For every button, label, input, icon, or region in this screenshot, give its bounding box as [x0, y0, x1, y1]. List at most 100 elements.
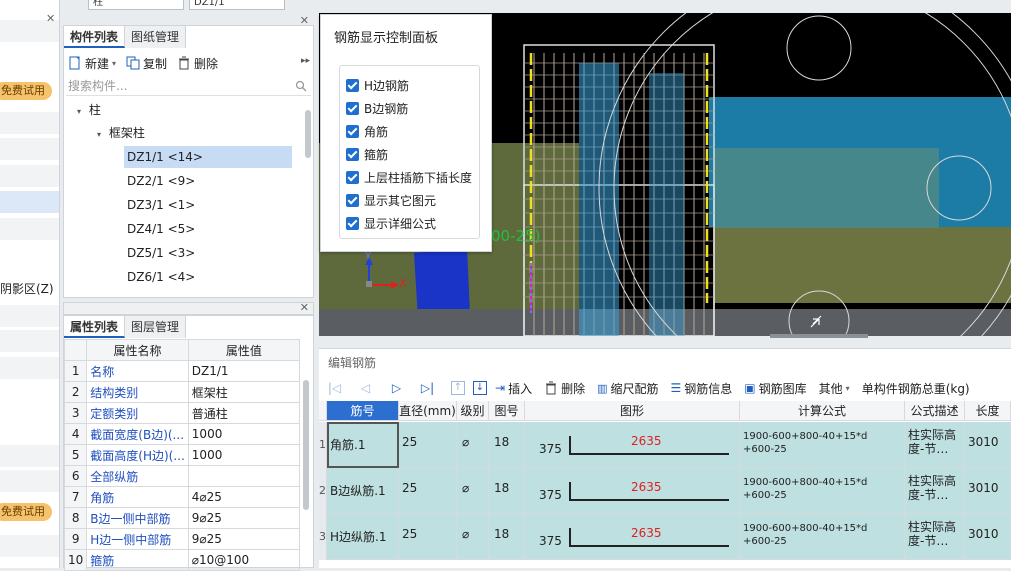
- delete-button[interactable]: 删除: [177, 55, 218, 72]
- column-header[interactable]: 直径(mm): [399, 401, 457, 421]
- column-header[interactable]: 筋号: [327, 401, 399, 421]
- close-icon[interactable]: ✕: [46, 12, 55, 25]
- property-value[interactable]: [187, 465, 301, 487]
- rebar-row[interactable]: 2 B边纵筋.1 25 ⌀ 18 375 2635 1900-600+800-40+15*d +…: [319, 468, 1011, 514]
- nav-row[interactable]: [0, 357, 59, 379]
- option-checkbox-row[interactable]: 箍筋: [346, 144, 388, 164]
- property-value[interactable]: 4⌀25: [187, 486, 301, 508]
- delete-row-button[interactable]: 删除: [544, 380, 585, 397]
- property-row[interactable]: 6 全部纵筋: [63, 465, 301, 487]
- length-cell[interactable]: 3010: [965, 422, 1011, 468]
- nav-row[interactable]: [0, 470, 59, 492]
- checkbox[interactable]: [346, 78, 359, 92]
- scrollbar[interactable]: [303, 380, 309, 510]
- shape-cell[interactable]: 375 2635: [525, 514, 740, 560]
- column-header[interactable]: 图号: [489, 401, 525, 421]
- rebar-info-button[interactable]: ☰ 钢筋信息: [671, 380, 733, 397]
- property-value[interactable]: 1000: [187, 444, 301, 466]
- property-row[interactable]: 9 H边一侧中部筋 9⌀25: [63, 528, 301, 550]
- grade-cell[interactable]: ⌀: [457, 468, 489, 514]
- tab-layer-management[interactable]: 图层管理: [125, 316, 187, 338]
- property-value[interactable]: ⌀10@100: [187, 549, 301, 571]
- scrollbar[interactable]: [305, 110, 311, 158]
- shape-length[interactable]: 2635: [631, 434, 662, 448]
- figure-number-cell[interactable]: 18: [489, 422, 525, 468]
- column-header[interactable]: 公式描述: [905, 401, 965, 421]
- rebar-row[interactable]: 1 角筋.1 25 ⌀ 18 375 2635 1900-600+800-40+15*d +60…: [319, 422, 1011, 468]
- option-checkbox-row[interactable]: 角筋: [346, 121, 388, 141]
- length-cell[interactable]: 3010: [965, 514, 1011, 560]
- copy-button[interactable]: 复制: [126, 55, 167, 72]
- formula-cell[interactable]: 1900-600+800-40+15*d +600-25: [740, 422, 905, 468]
- property-value[interactable]: 9⌀25: [187, 507, 301, 529]
- formula-cell[interactable]: 1900-600+800-40+15*d +600-25: [740, 468, 905, 514]
- close-icon[interactable]: ✕: [300, 301, 309, 314]
- expand-arrow-icon[interactable]: ▸▸: [301, 56, 310, 66]
- nav-row[interactable]: [0, 445, 59, 467]
- shadow-area-label[interactable]: 阴影区(Z): [0, 280, 54, 297]
- free-trial-button[interactable]: 免费试用: [0, 503, 52, 521]
- checkbox[interactable]: [346, 170, 359, 184]
- checkbox[interactable]: [346, 124, 359, 138]
- tree-item[interactable]: DZ4/1 <5>: [124, 218, 292, 240]
- checkbox[interactable]: [346, 193, 359, 207]
- rebar-row[interactable]: 3 H边纵筋.1 25 ⌀ 18 375 2635 1900-600+800-40+15*d +…: [319, 514, 1011, 560]
- nav-row[interactable]: [0, 330, 59, 352]
- formula-cell[interactable]: 1900-600+800-40+15*d +600-25: [740, 514, 905, 560]
- shape-cell[interactable]: 375 2635: [525, 422, 740, 468]
- close-icon[interactable]: ✕: [300, 14, 309, 27]
- component-search-input[interactable]: 搜索构件...: [66, 76, 311, 96]
- tree-item[interactable]: DZ1/1 <14>: [124, 146, 292, 168]
- tab-component-list[interactable]: 构件列表: [64, 26, 126, 48]
- property-row[interactable]: 1 名称 DZ1/1: [63, 360, 301, 382]
- nav-row[interactable]: [0, 305, 59, 327]
- rebar-name-cell[interactable]: H边纵筋.1: [327, 514, 399, 560]
- tree-group[interactable]: ▾ 框架柱: [97, 122, 145, 144]
- tab-property-list[interactable]: 属性列表: [64, 316, 126, 338]
- tab-drawing-management[interactable]: 图纸管理: [125, 26, 187, 48]
- hook-length[interactable]: 375: [539, 442, 562, 456]
- shape-cell[interactable]: 375 2635: [525, 468, 740, 514]
- option-checkbox-row[interactable]: 上层柱插筋下插长度: [346, 167, 472, 187]
- property-row[interactable]: 10 箍筋 ⌀10@100: [63, 549, 301, 571]
- next-record-icon[interactable]: ▷: [381, 381, 412, 395]
- property-row[interactable]: 8 B边一侧中部筋 9⌀25: [63, 507, 301, 529]
- option-checkbox-row[interactable]: 显示详细公式: [346, 213, 436, 233]
- tree-root[interactable]: ▾ 柱: [77, 99, 101, 121]
- component-select[interactable]: DZ1/1: [189, 0, 285, 10]
- other-menu-button[interactable]: 其他 ▾: [819, 380, 850, 397]
- column-header[interactable]: 级别: [457, 401, 489, 421]
- tree-item[interactable]: DZ2/1 <9>: [124, 170, 292, 192]
- new-button[interactable]: 新建 ▾: [68, 55, 116, 72]
- tree-item[interactable]: DZ3/1 <1>: [124, 194, 292, 216]
- nav-row-selected[interactable]: [0, 191, 59, 213]
- option-checkbox-row[interactable]: B边钢筋: [346, 98, 408, 118]
- nav-row[interactable]: [0, 165, 59, 187]
- option-checkbox-row[interactable]: 显示其它图元: [346, 190, 436, 210]
- figure-number-cell[interactable]: 18: [489, 468, 525, 514]
- property-row[interactable]: 5 截面高度(H边)(... 1000: [63, 444, 301, 466]
- hook-length[interactable]: 375: [539, 534, 562, 548]
- formula-desc-cell[interactable]: 柱实际高 度-节…: [905, 514, 965, 560]
- formula-desc-cell[interactable]: 柱实际高 度-节…: [905, 422, 965, 468]
- property-value[interactable]: DZ1/1: [187, 360, 301, 382]
- first-record-icon[interactable]: |◁: [319, 381, 350, 395]
- property-row[interactable]: 4 截面宽度(B边)(... 1000: [63, 423, 301, 445]
- property-row[interactable]: 7 角筋 4⌀25: [63, 486, 301, 508]
- column-header[interactable]: 图形: [525, 401, 740, 421]
- checkbox[interactable]: [346, 101, 359, 115]
- nav-row[interactable]: [0, 138, 59, 160]
- tree-item[interactable]: DZ6/1 <4>: [124, 266, 292, 288]
- shape-length[interactable]: 2635: [631, 480, 662, 494]
- move-down-icon[interactable]: ↓: [473, 381, 487, 395]
- hook-length[interactable]: 375: [539, 488, 562, 502]
- rebar-name-cell[interactable]: B边纵筋.1: [327, 468, 399, 514]
- property-value[interactable]: 框架柱: [187, 381, 301, 403]
- floor-type-select[interactable]: 柱: [88, 0, 184, 10]
- grade-cell[interactable]: ⌀: [457, 514, 489, 560]
- last-record-icon[interactable]: ▷|: [412, 381, 443, 395]
- diameter-cell[interactable]: 25: [399, 514, 457, 560]
- option-checkbox-row[interactable]: H边钢筋: [346, 75, 409, 95]
- tree-item[interactable]: DZ5/1 <3>: [124, 242, 292, 264]
- diameter-cell[interactable]: 25: [399, 422, 457, 468]
